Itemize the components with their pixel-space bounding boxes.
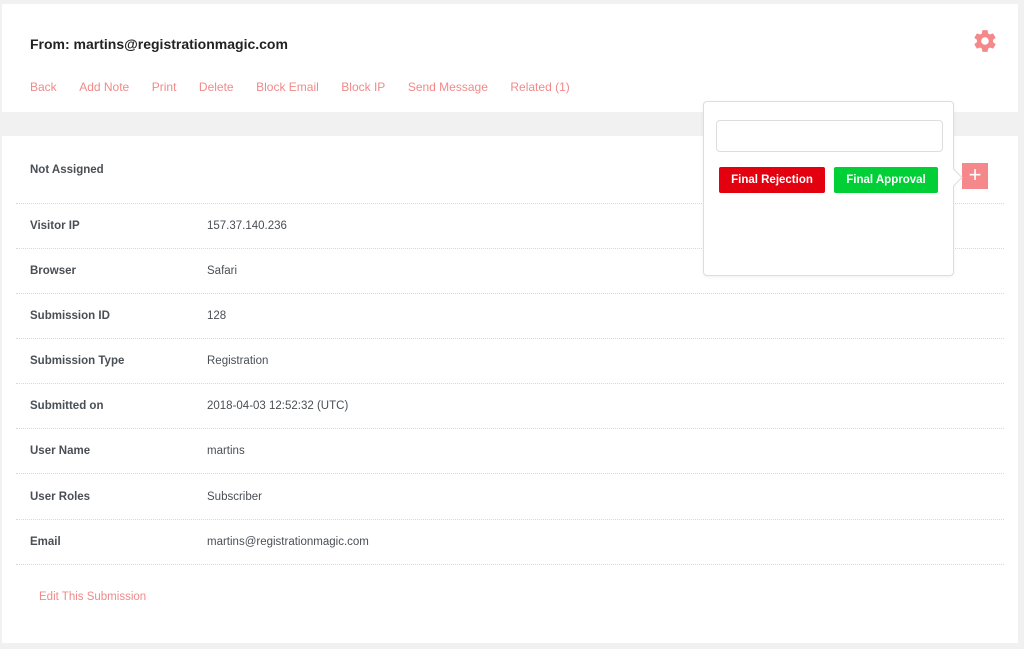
detail-row: User Roles Subscriber: [16, 474, 1004, 520]
status-popover: Final Rejection Final Approval: [703, 101, 954, 276]
detail-label: Browser: [30, 265, 77, 277]
add-status-button[interactable]: +: [962, 163, 988, 189]
detail-label: User Name: [30, 445, 91, 457]
edit-submission-link[interactable]: Edit This Submission: [39, 591, 146, 603]
header-panel: From: martins@registrationmagic.com Back…: [2, 4, 1018, 112]
print-link[interactable]: Print: [152, 80, 177, 94]
detail-row: Submission ID 128: [16, 294, 1004, 339]
add-note-link[interactable]: Add Note: [79, 80, 129, 94]
block-email-link[interactable]: Block Email: [256, 80, 319, 94]
action-bar: Back Add Note Print Delete Block Email B…: [30, 80, 592, 94]
detail-label: Submission ID: [30, 310, 110, 322]
detail-value: Subscriber: [207, 490, 262, 503]
final-approval-button[interactable]: Final Approval: [834, 167, 938, 193]
detail-value: martins: [207, 445, 245, 457]
detail-label: Visitor IP: [30, 220, 80, 232]
detail-label: Email: [30, 536, 61, 548]
detail-row: Email martins@registrationmagic.com: [16, 520, 1004, 565]
detail-row: Submission Type Registration: [16, 339, 1004, 384]
detail-value: Registration: [207, 355, 269, 367]
assignment-status: Not Assigned: [30, 163, 104, 176]
detail-value: Safari: [207, 265, 238, 277]
detail-value: 2018-04-03 12:52:32 (UTC): [207, 400, 349, 412]
detail-label: User Roles: [30, 490, 91, 503]
detail-row: User Name martins: [16, 429, 1004, 474]
delete-link[interactable]: Delete: [199, 80, 234, 94]
detail-value: martins@registrationmagic.com: [207, 536, 369, 548]
page-title: From: martins@registrationmagic.com: [30, 36, 288, 52]
detail-label: Submission Type: [30, 355, 125, 367]
back-link[interactable]: Back: [30, 80, 57, 94]
detail-value: 157.37.140.236: [207, 220, 287, 232]
detail-row: Submitted on 2018-04-03 12:52:32 (UTC): [16, 384, 1004, 429]
detail-label: Submitted on: [30, 400, 104, 412]
final-rejection-button[interactable]: Final Rejection: [719, 167, 825, 193]
detail-value: 128: [207, 310, 227, 322]
block-ip-link[interactable]: Block IP: [341, 80, 385, 94]
gear-icon[interactable]: [972, 28, 998, 54]
related-link[interactable]: Related (1): [510, 80, 569, 94]
status-note-input[interactable]: [716, 120, 943, 152]
send-message-link[interactable]: Send Message: [408, 80, 488, 94]
